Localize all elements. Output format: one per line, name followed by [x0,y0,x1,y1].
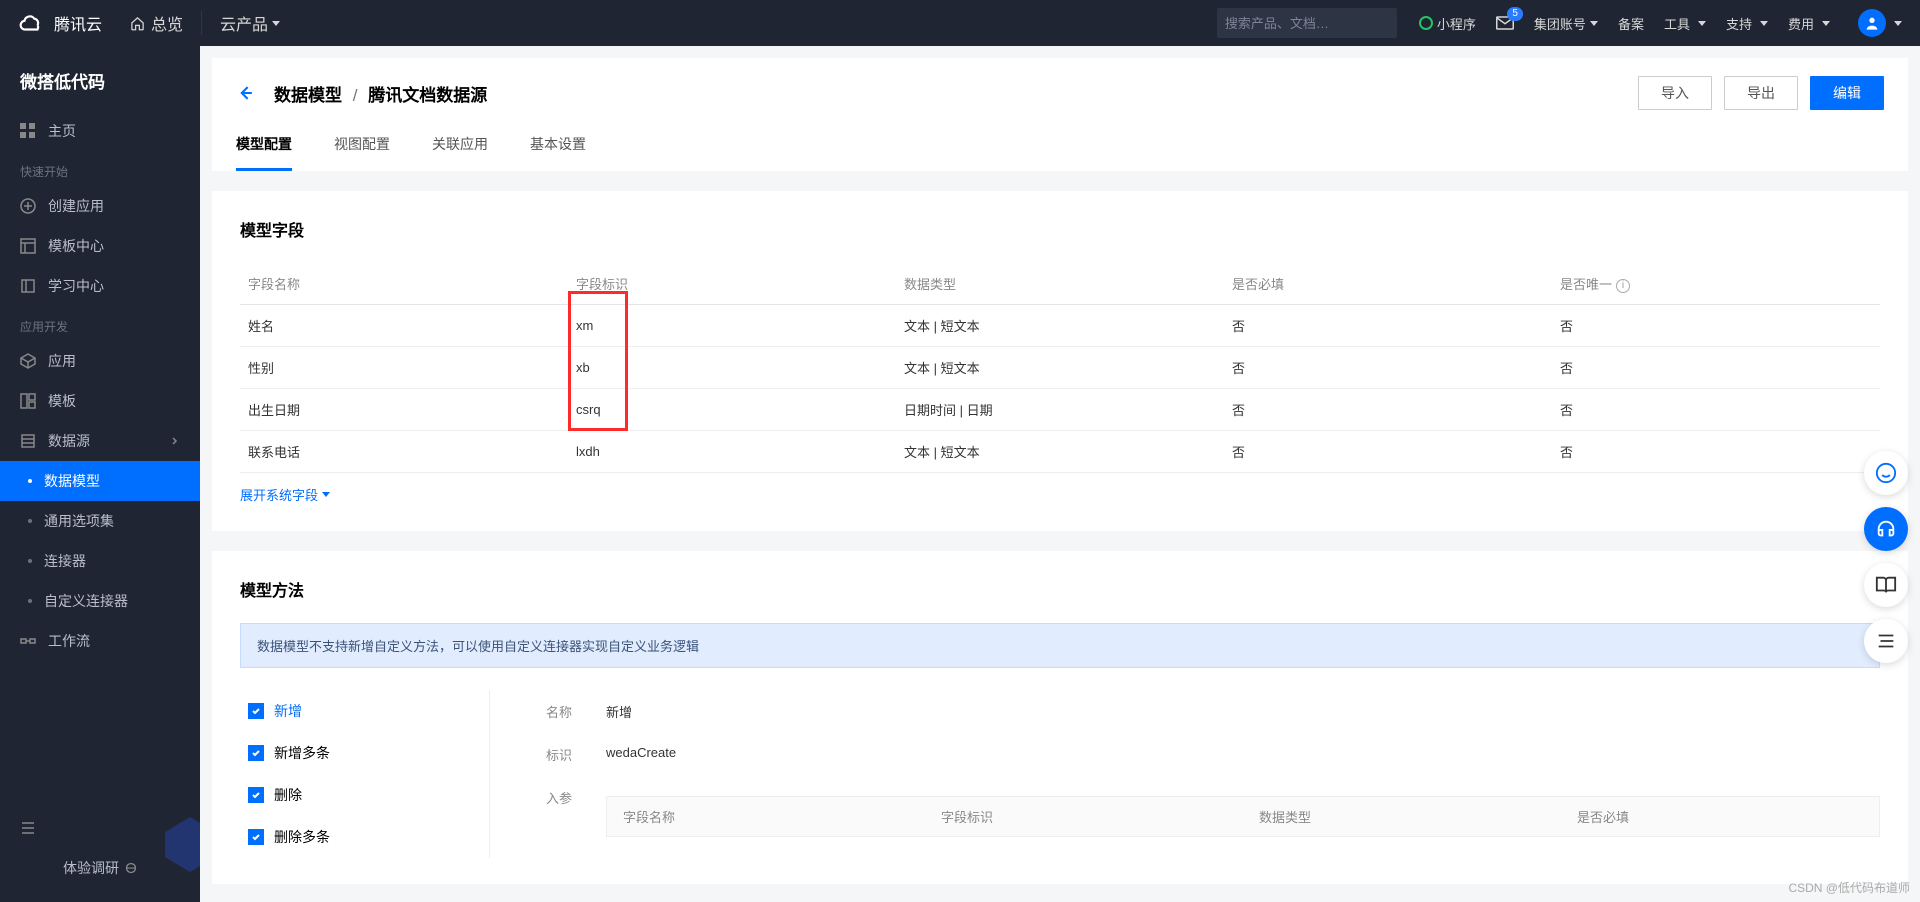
table-row[interactable]: 出生日期csrq日期时间 | 日期否否 [240,389,1880,431]
avatar[interactable] [1858,9,1886,37]
top-link-beian[interactable]: 备案 [1618,14,1644,33]
sidebar-sub-option-set[interactable]: 通用选项集 [0,501,200,541]
layout-icon [20,393,36,409]
watermark: CSDN @低代码布道师 [1788,879,1910,896]
tab-related-apps[interactable]: 关联应用 [432,134,488,171]
sidebar-section-quickstart: 快速开始 [0,151,200,186]
chevron-down-icon [322,492,330,497]
miniapp-link[interactable]: 小程序 [1419,14,1476,33]
expand-system-fields[interactable]: 展开系统字段 [240,485,330,504]
overview-link[interactable]: 总览 [130,11,183,35]
mail-badge: 5 [1507,7,1523,21]
sidebar-sub-data-model[interactable]: 数据模型 [0,461,200,501]
method-body: 名称新增 标识wedaCreate 入参 字段名称 字段标识 数据类型 是否必填 [490,690,1880,858]
sidebar-item-template-center[interactable]: 模板中心 [0,226,200,266]
messages-link[interactable]: 5 [1496,16,1514,30]
collapse-icon [20,820,36,836]
tab-view-config[interactable]: 视图配置 [334,134,390,171]
products-dropdown[interactable]: 云产品 [201,11,280,35]
miniapp-icon [1419,16,1433,30]
param-table-header: 字段名称 字段标识 数据类型 是否必填 [606,796,1880,837]
methods-card-title: 模型方法 [240,577,1880,601]
account-dropdown[interactable]: 集团账号 [1534,14,1598,33]
arrow-left-icon [236,83,256,103]
chevron-down-icon [1894,21,1902,26]
main-content: 数据模型 / 腾讯文档数据源 导入 导出 编辑 模型配置 视图配置 关联应用 基… [200,46,1920,902]
method-nav: 新增新增多条删除删除多条 [240,690,490,858]
sidebar-item-home[interactable]: 主页 [0,111,200,151]
chevron-down-icon [272,21,280,26]
chevron-down-icon [1698,21,1706,26]
float-menu-button[interactable] [1864,619,1908,663]
float-feedback-button[interactable] [1864,451,1908,495]
edit-button[interactable]: 编辑 [1810,76,1884,110]
top-link-fee[interactable]: 费用 [1788,14,1830,33]
smile-icon [1875,462,1897,484]
sidebar-item-learning[interactable]: 学习中心 [0,266,200,306]
user-icon [1864,15,1880,31]
database-icon [20,433,36,449]
template-icon [20,238,36,254]
check-icon [248,829,264,845]
fields-card: 模型字段 字段名称 字段标识 数据类型 是否必填 是否唯一i 姓名xm文本 | … [212,191,1908,531]
info-icon[interactable]: i [1616,279,1630,293]
top-link-support[interactable]: 支持 [1726,14,1768,33]
sidebar-item-datasource[interactable]: 数据源 [0,421,200,461]
fields-table: 字段名称 字段标识 数据类型 是否必填 是否唯一i 姓名xm文本 | 短文本否否… [240,263,1880,473]
back-button[interactable] [236,83,256,103]
chevron-down-icon [1822,21,1830,26]
list-icon [1875,630,1897,652]
tabs: 模型配置 视图配置 关联应用 基本设置 [236,134,1884,171]
float-support-button[interactable] [1864,507,1908,551]
sidebar: 微搭低代码 主页 快速开始 创建应用 模板中心 学习中心 应用开发 应用 模板 [0,46,200,902]
search-input-wrap[interactable] [1217,8,1397,38]
fields-card-title: 模型字段 [240,217,1880,241]
chevron-down-icon [1760,21,1768,26]
method-nav-item[interactable]: 删除多条 [240,816,469,858]
check-icon [248,703,264,719]
brand: 腾讯云 [54,11,102,35]
sidebar-item-templates[interactable]: 模板 [0,381,200,421]
sidebar-sub-connector[interactable]: 连接器 [0,541,200,581]
sidebar-title: 微搭低代码 [0,46,200,111]
method-nav-item[interactable]: 新增多条 [240,732,469,774]
import-button[interactable]: 导入 [1638,76,1712,110]
book-open-icon [1875,574,1897,596]
table-row[interactable]: 姓名xm文本 | 短文本否否 [240,305,1880,347]
cube-icon [20,353,36,369]
tab-basic-settings[interactable]: 基本设置 [530,134,586,171]
sidebar-item-create-app[interactable]: 创建应用 [0,186,200,226]
sidebar-section-appdev: 应用开发 [0,306,200,341]
top-link-tools[interactable]: 工具 [1664,14,1706,33]
flow-icon [20,633,36,649]
headset-icon [1875,518,1897,540]
grid-icon [20,123,36,139]
home-icon [130,16,145,31]
breadcrumb: 数据模型 / 腾讯文档数据源 [274,81,487,106]
search-input[interactable] [1225,16,1401,31]
sidebar-sub-custom-connector[interactable]: 自定义连接器 [0,581,200,621]
methods-card: 模型方法 数据模型不支持新增自定义方法，可以使用自定义连接器实现自定义业务逻辑 … [212,551,1908,884]
decoration-icon [160,812,200,872]
export-button[interactable]: 导出 [1724,76,1798,110]
page-header: 数据模型 / 腾讯文档数据源 导入 导出 编辑 模型配置 视图配置 关联应用 基… [212,58,1908,171]
check-icon [248,745,264,761]
methods-alert: 数据模型不支持新增自定义方法，可以使用自定义连接器实现自定义业务逻辑 [240,623,1880,668]
method-nav-item[interactable]: 新增 [240,690,469,732]
book-icon [20,278,36,294]
table-row[interactable]: 性别xb文本 | 短文本否否 [240,347,1880,389]
link-icon [125,862,137,874]
method-nav-item[interactable]: 删除 [240,774,469,816]
plus-circle-icon [20,198,36,214]
check-icon [248,787,264,803]
chevron-icon [170,436,180,446]
table-row[interactable]: 联系电话lxdh文本 | 短文本否否 [240,431,1880,473]
chevron-down-icon [1590,21,1598,26]
sidebar-item-workflows[interactable]: 工作流 [0,621,200,661]
tab-model-config[interactable]: 模型配置 [236,134,292,171]
sidebar-item-apps[interactable]: 应用 [0,341,200,381]
float-docs-button[interactable] [1864,563,1908,607]
cloud-logo-icon [18,10,44,36]
